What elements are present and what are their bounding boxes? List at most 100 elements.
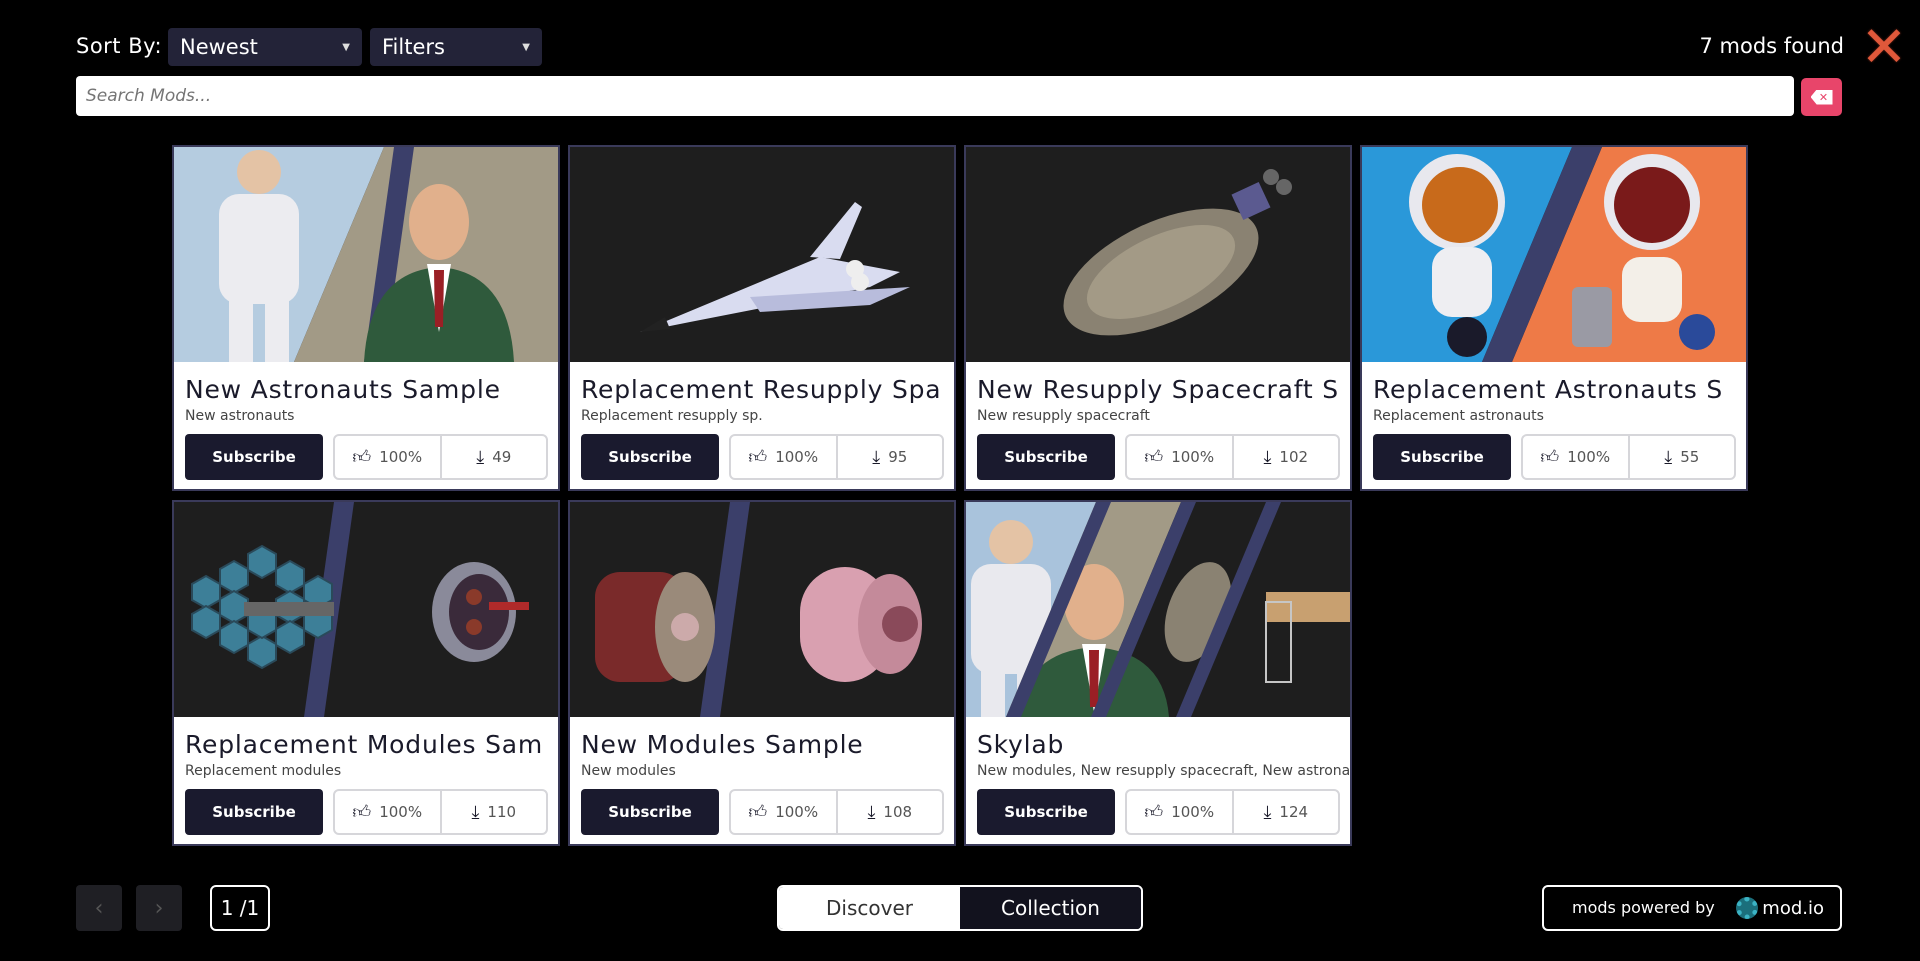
mod-thumbnail[interactable] (174, 502, 558, 717)
mod-title: Replacement Astronauts S (1373, 375, 1724, 404)
mod-subtitle: Replacement astronauts (1373, 408, 1544, 424)
mod-subtitle: New modules (581, 763, 676, 779)
close-button[interactable]: ✕ (1858, 15, 1910, 80)
downloads-value: 110 (487, 803, 517, 821)
download-icon: ⤓ (867, 801, 876, 823)
filters-select-label: Filters (382, 35, 445, 59)
mod-title: Skylab (977, 730, 1065, 759)
rating-stat: 👍︎ 100% (1523, 436, 1628, 478)
downloads-stat: ⤓ 49 (439, 436, 547, 478)
subscribe-button[interactable]: Subscribe (185, 789, 323, 835)
download-icon: ⤓ (471, 801, 480, 823)
mod-subtitle: Replacement modules (185, 763, 342, 779)
subscribe-button[interactable]: Subscribe (581, 789, 719, 835)
download-icon: ⤓ (476, 446, 485, 468)
powered-by-badge[interactable]: mods powered by mod.io (1542, 885, 1842, 931)
thumbs-up-icon: 👍︎ (352, 447, 372, 468)
downloads-value: 108 (883, 803, 913, 821)
downloads-value: 102 (1279, 448, 1309, 466)
subscribe-button[interactable]: Subscribe (1373, 434, 1511, 480)
sort-label: Sort By: (76, 34, 163, 58)
mod-card[interactable]: Replacement Modules Sam Replacement modu… (172, 500, 560, 846)
rating-value: 100% (379, 448, 423, 466)
mod-stats: 👍︎ 100% ⤓ 95 (729, 434, 944, 480)
mod-thumbnail[interactable] (966, 502, 1350, 717)
thumbs-up-icon: 👍︎ (352, 802, 372, 823)
tab-discover[interactable]: Discover (779, 887, 960, 929)
downloads-value: 95 (888, 448, 908, 466)
mod-thumbnail[interactable] (570, 147, 954, 362)
chevron-down-icon: ▼ (342, 41, 350, 53)
mod-title: Replacement Modules Sam (185, 730, 544, 759)
sort-select-value: Newest (180, 35, 258, 59)
mod-subtitle: New resupply spacecraft (977, 408, 1150, 424)
rating-stat: 👍︎ 100% (731, 791, 836, 833)
rating-stat: 👍︎ 100% (335, 791, 440, 833)
rating-value: 100% (775, 803, 819, 821)
mod-thumbnail[interactable] (174, 147, 558, 362)
tab-collection[interactable]: Collection (960, 887, 1141, 929)
download-icon: ⤓ (1664, 446, 1673, 468)
thumbs-up-icon: 👍︎ (1144, 802, 1164, 823)
downloads-stat: ⤓ 108 (835, 791, 943, 833)
rating-value: 100% (1171, 448, 1215, 466)
mod-title: Replacement Resupply Spa (581, 375, 942, 404)
search-input[interactable] (76, 76, 1794, 116)
prev-page-button[interactable]: ‹ (76, 885, 122, 931)
chevron-left-icon: ‹ (94, 895, 104, 921)
subscribe-button[interactable]: Subscribe (977, 789, 1115, 835)
subscribe-button[interactable]: Subscribe (977, 434, 1115, 480)
downloads-stat: ⤓ 110 (439, 791, 547, 833)
rating-stat: 👍︎ 100% (1127, 436, 1232, 478)
downloads-stat: ⤓ 55 (1627, 436, 1735, 478)
mod-stats: 👍︎ 100% ⤓ 102 (1125, 434, 1340, 480)
rating-stat: 👍︎ 100% (335, 436, 440, 478)
mod-card[interactable]: Replacement Resupply Spa Replacement res… (568, 145, 956, 491)
gear-icon (1736, 897, 1759, 919)
chevron-right-icon: › (154, 895, 164, 921)
mod-card[interactable]: New Modules Sample New modules Subscribe… (568, 500, 956, 846)
modio-logo: mod.io (1736, 897, 1824, 919)
thumbs-up-icon: 👍︎ (748, 447, 768, 468)
mod-card[interactable]: Skylab New modules, New resupply spacecr… (964, 500, 1352, 846)
thumbs-up-icon: 👍︎ (1144, 447, 1164, 468)
mod-subtitle: Replacement resupply sp. (581, 408, 763, 424)
backspace-icon: ✕ (1810, 89, 1833, 105)
mod-thumbnail[interactable] (966, 147, 1350, 362)
downloads-value: 49 (492, 448, 512, 466)
rating-value: 100% (775, 448, 819, 466)
thumbs-up-icon: 👍︎ (1540, 447, 1560, 468)
next-page-button[interactable]: › (136, 885, 182, 931)
rating-value: 100% (1567, 448, 1611, 466)
mod-stats: 👍︎ 100% ⤓ 110 (333, 789, 548, 835)
mod-subtitle: New astronauts (185, 408, 295, 424)
thumbs-up-icon: 👍︎ (748, 802, 768, 823)
mod-card[interactable]: Replacement Astronauts S Replacement ast… (1360, 145, 1748, 491)
downloads-stat: ⤓ 102 (1231, 436, 1339, 478)
mod-thumbnail[interactable] (570, 502, 954, 717)
mod-title: New Modules Sample (581, 730, 864, 759)
mod-title: New Resupply Spacecraft S (977, 375, 1339, 404)
filters-select[interactable]: Filters ▼ (370, 28, 542, 66)
downloads-value: 55 (1680, 448, 1700, 466)
downloads-value: 124 (1279, 803, 1309, 821)
rating-value: 100% (1171, 803, 1215, 821)
subscribe-button[interactable]: Subscribe (581, 434, 719, 480)
mod-stats: 👍︎ 100% ⤓ 108 (729, 789, 944, 835)
mod-subtitle: New modules, New resupply spacecraft, Ne… (977, 763, 1349, 779)
mod-thumbnail[interactable] (1362, 147, 1746, 362)
download-icon: ⤓ (872, 446, 881, 468)
mod-card[interactable]: New Astronauts Sample New astronauts Sub… (172, 145, 560, 491)
mod-stats: 👍︎ 100% ⤓ 49 (333, 434, 548, 480)
mod-card[interactable]: New Resupply Spacecraft S New resupply s… (964, 145, 1352, 491)
rating-value: 100% (379, 803, 423, 821)
subscribe-button[interactable]: Subscribe (185, 434, 323, 480)
clear-search-button[interactable]: ✕ (1801, 78, 1842, 116)
modio-brand: mod.io (1762, 897, 1824, 919)
downloads-stat: ⤓ 124 (1231, 791, 1339, 833)
sort-select[interactable]: Newest ▼ (168, 28, 362, 66)
close-icon: ✕ (1860, 15, 1908, 80)
mod-stats: 👍︎ 100% ⤓ 124 (1125, 789, 1340, 835)
download-icon: ⤓ (1263, 801, 1272, 823)
page-indicator: 1 /1 (210, 885, 270, 931)
